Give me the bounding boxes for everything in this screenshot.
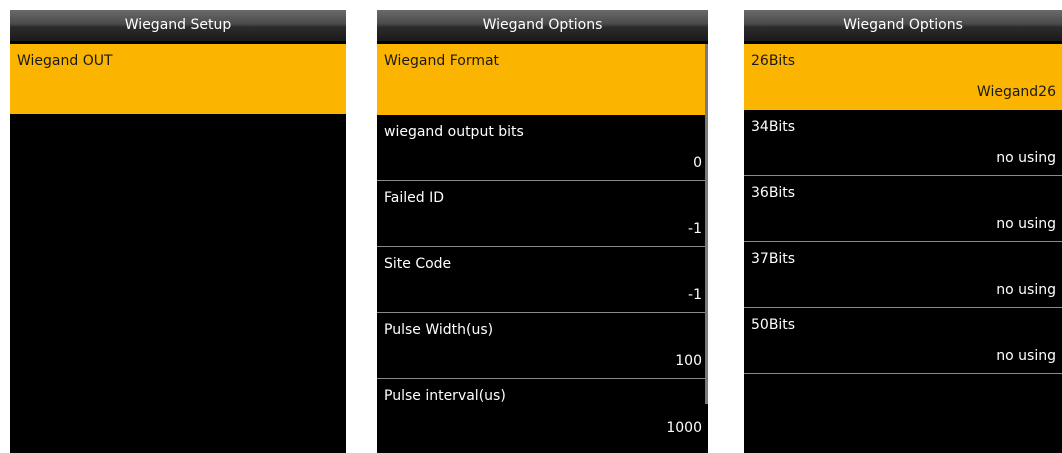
- option-site-code[interactable]: Site Code -1: [377, 247, 708, 313]
- option-wiegand-output-bits[interactable]: wiegand output bits 0: [377, 115, 708, 181]
- option-failed-id[interactable]: Failed ID -1: [377, 181, 708, 247]
- format-value: no using: [996, 348, 1056, 364]
- option-value: -1: [688, 221, 702, 237]
- format-50bits[interactable]: 50Bits no using: [744, 308, 1062, 374]
- option-value: 0: [693, 155, 702, 171]
- format-label: 26Bits: [751, 53, 796, 69]
- format-label: 36Bits: [751, 185, 796, 201]
- format-value: Wiegand26: [976, 84, 1056, 100]
- format-label: 37Bits: [751, 251, 796, 267]
- option-label: Pulse interval(us): [384, 388, 506, 404]
- menu-item-label: Wiegand OUT: [17, 53, 113, 69]
- option-label: Site Code: [384, 256, 452, 272]
- option-wiegand-format[interactable]: Wiegand Format: [377, 44, 708, 115]
- format-value: no using: [996, 216, 1056, 232]
- menu-item-wiegand-out[interactable]: Wiegand OUT: [10, 44, 346, 114]
- screen-title: Wiegand Options: [744, 10, 1062, 42]
- scrollbar[interactable]: [705, 44, 708, 404]
- format-label: 50Bits: [751, 317, 796, 333]
- option-pulse-interval[interactable]: Pulse interval(us) 1000: [377, 379, 708, 445]
- format-36bits[interactable]: 36Bits no using: [744, 176, 1062, 242]
- option-label: Wiegand Format: [384, 53, 500, 69]
- format-26bits[interactable]: 26Bits Wiegand26: [744, 44, 1062, 110]
- format-label: 34Bits: [751, 119, 796, 135]
- format-value: no using: [996, 282, 1056, 298]
- format-list: 26Bits Wiegand26 34Bits no using 36Bits …: [744, 44, 1062, 374]
- wiegand-setup-screen: Wiegand Setup Wiegand OUT: [10, 10, 346, 453]
- option-label: Pulse Width(us): [384, 322, 494, 338]
- option-value: -1: [688, 287, 702, 303]
- option-pulse-width[interactable]: Pulse Width(us) 100: [377, 313, 708, 379]
- option-label: Failed ID: [384, 190, 444, 206]
- format-value: no using: [996, 150, 1056, 166]
- screen-title: Wiegand Setup: [10, 10, 346, 42]
- menu-list: Wiegand OUT: [10, 44, 346, 114]
- format-37bits[interactable]: 37Bits no using: [744, 242, 1062, 308]
- options-list: Wiegand Format wiegand output bits 0 Fai…: [377, 44, 708, 445]
- wiegand-options-screen: Wiegand Options Wiegand Format wiegand o…: [377, 10, 708, 453]
- wiegand-format-options-screen: Wiegand Options 26Bits Wiegand26 34Bits …: [744, 10, 1062, 453]
- screen-title: Wiegand Options: [377, 10, 708, 42]
- option-value: 1000: [666, 420, 702, 436]
- format-34bits[interactable]: 34Bits no using: [744, 110, 1062, 176]
- option-label: wiegand output bits: [384, 124, 524, 140]
- option-value: 100: [675, 353, 702, 369]
